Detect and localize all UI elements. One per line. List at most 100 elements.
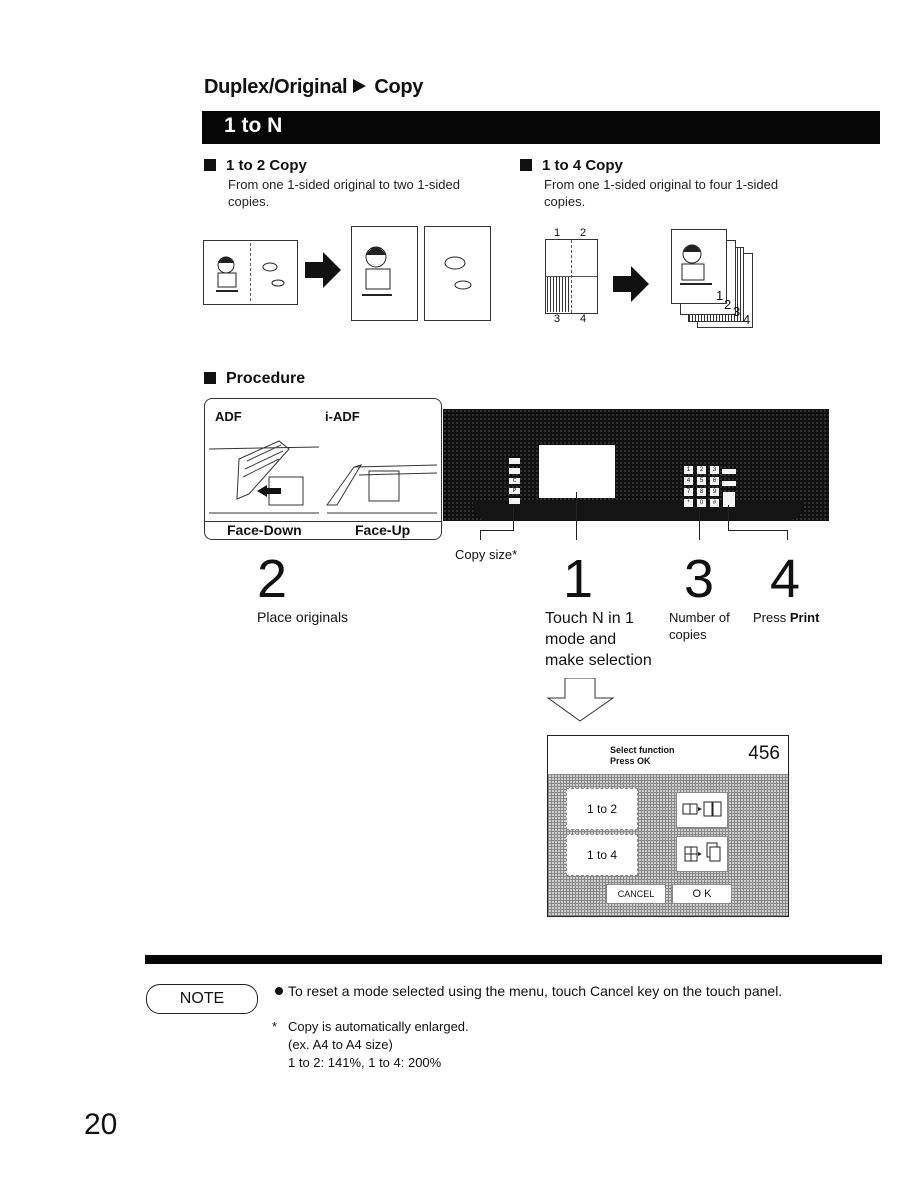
step-text: Press Print (753, 609, 819, 626)
copy-page-2-illustration (424, 226, 491, 321)
right-arrow-icon (613, 266, 649, 302)
stack-label: 2 (724, 297, 732, 312)
step-text-prefix: Press (753, 610, 790, 625)
step-number: 4 (770, 549, 801, 609)
note-label: NOTE (146, 984, 258, 1014)
keypad-key[interactable]: * (684, 499, 693, 507)
dog-drawing-icon (444, 256, 472, 290)
keypad-key[interactable]: 4 (684, 477, 693, 485)
footnote-marker: * (272, 1019, 278, 1034)
mode-1to4: 1 to 4 Copy From one 1-sided original to… (520, 157, 778, 210)
subsection-title: Copy (374, 76, 424, 98)
bullet-dot-icon (275, 987, 283, 995)
panel-button[interactable] (509, 468, 520, 474)
copy-page-1-illustration (351, 226, 418, 321)
keypad-key[interactable]: 0 (697, 499, 706, 507)
print-keyword: Print (789, 610, 820, 625)
panel-button-p[interactable]: P (509, 488, 520, 494)
right-arrow-icon (305, 252, 341, 288)
print-key[interactable] (723, 492, 735, 507)
step-text: Touch N in 1 mode and make selection (545, 608, 652, 671)
procedure-heading: Procedure (204, 370, 305, 388)
step-number: 2 (257, 549, 288, 609)
step-text: Place originals (257, 609, 349, 625)
down-arrow-icon (547, 678, 615, 722)
prompt-line: Select function (610, 745, 675, 755)
step-text-line: copies (669, 627, 707, 642)
one-to-two-icon (682, 801, 722, 817)
keypad-key[interactable]: 6 (710, 477, 719, 485)
step-text-line: Touch N in 1 (545, 610, 634, 627)
keypad-key[interactable]: # (710, 499, 719, 507)
one-to-four-icon (684, 842, 721, 862)
panel-button-c[interactable]: C (509, 478, 520, 484)
title-banner: 1 to N (202, 111, 880, 144)
section-heading: Duplex/Original Copy (204, 76, 423, 99)
step-text: Number of copies (669, 609, 730, 643)
option-1to4-icon-button[interactable] (676, 836, 728, 872)
footnote: * Copy is automatically enlarged. (ex. A… (272, 1018, 469, 1070)
mode-1to2: 1 to 2 Copy From one 1-sided original to… (204, 157, 460, 210)
keypad-key[interactable]: 2 (697, 466, 706, 474)
mode-title: 1 to 4 Copy (542, 157, 623, 174)
boy-dog-drawing-icon (216, 256, 285, 292)
option-1to2-button[interactable]: 1 to 2 (566, 788, 638, 830)
quadrant-label: 3 (554, 313, 561, 325)
option-1to4-button[interactable]: 1 to 4 (566, 834, 638, 876)
bullet-square-icon (520, 159, 532, 171)
stack-label: 4 (743, 312, 751, 327)
panel-button[interactable] (509, 458, 520, 464)
quadrant-label: 4 (580, 313, 587, 325)
bullet-square-icon (204, 159, 216, 171)
face-down-label: Face-Down (227, 522, 302, 538)
step-text-line: mode and (545, 631, 617, 648)
step-number: 3 (684, 549, 715, 609)
keypad-key[interactable]: 9 (710, 488, 719, 496)
original-portrait-quadrants (545, 239, 598, 314)
note-bullet-text: To reset a mode selected using the menu,… (288, 983, 783, 999)
cancel-button[interactable]: CANCEL (606, 884, 666, 904)
step-number: 1 (563, 549, 594, 609)
mode-desc-line: copies. (228, 194, 270, 209)
keypad-key[interactable]: 7 (684, 488, 693, 496)
ok-button[interactable]: O K (672, 884, 732, 904)
mode-desc-line: From one 1-sided original to two 1-sided (228, 177, 460, 192)
face-up-label: Face-Up (355, 522, 411, 538)
bullet-square-icon (204, 372, 216, 384)
copy-size-label: Copy size* (455, 547, 518, 562)
quadrant-label: 2 (580, 227, 587, 239)
clear-key[interactable] (722, 469, 736, 474)
adf-label: ADF (215, 409, 242, 424)
step-text-line: make selection (545, 652, 652, 669)
keypad-key[interactable]: 5 (697, 477, 706, 485)
iadf-label: i-ADF (325, 409, 360, 424)
prompt-line: Press OK (610, 756, 651, 766)
boy-drawing-icon (362, 246, 392, 296)
stop-key[interactable] (722, 481, 736, 486)
touch-screen[interactable] (539, 445, 615, 498)
procedure-title: Procedure (226, 370, 306, 387)
keypad-key[interactable]: 8 (697, 488, 706, 496)
touch-panel-prompt: Select function Press OK (610, 745, 675, 767)
page-number: 20 (84, 1108, 118, 1141)
document-feeder-illustration: ADF i-ADF Face-Down Face-Up (204, 398, 442, 540)
option-1to2-icon-button[interactable] (676, 792, 728, 828)
stack-label: 1 (716, 288, 724, 303)
mode-desc-line: From one 1-sided original to four 1-side… (544, 177, 779, 192)
stack-label: 3 (733, 304, 741, 319)
mode-desc-line: copies. (544, 194, 586, 209)
footnote-line: (ex. A4 to A4 size) (288, 1037, 393, 1052)
quadrant-label: 1 (554, 227, 561, 239)
section-divider (145, 955, 882, 964)
step-text-line: Number of (669, 610, 730, 625)
section-title: Duplex/Original (204, 76, 348, 98)
hatched-quadrant (547, 277, 570, 312)
feeder-drawing-icon (209, 440, 437, 514)
touch-panel-screen: Select function Press OK 456 1 to 2 1 to… (547, 735, 789, 917)
keypad-key[interactable]: 3 (710, 466, 719, 474)
keypad-key[interactable]: 1 (684, 466, 693, 474)
right-triangle-icon (353, 79, 367, 93)
footnote-line: Copy is automatically enlarged. (288, 1019, 469, 1034)
panel-button[interactable] (509, 498, 520, 504)
copy-counter: 456 (748, 743, 780, 764)
